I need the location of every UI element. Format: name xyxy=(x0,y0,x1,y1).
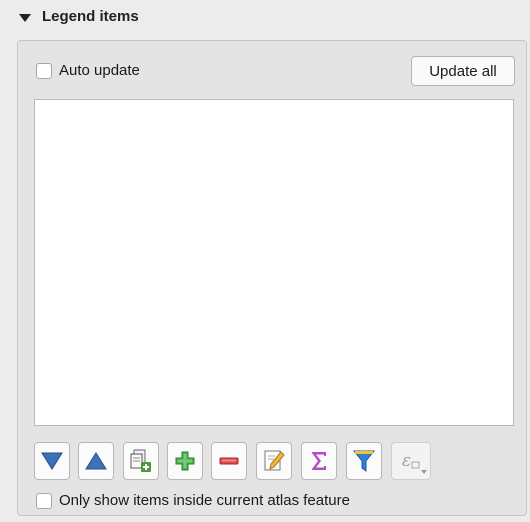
atlas-filter-label: Only show items inside current atlas fea… xyxy=(59,492,350,509)
add-item-button[interactable] xyxy=(167,442,203,480)
add-item-icon xyxy=(175,451,195,471)
legend-items-group-header[interactable]: Legend items xyxy=(0,0,530,36)
triangle-down-icon[interactable] xyxy=(19,14,31,22)
filter-icon xyxy=(352,450,376,472)
auto-update-label: Auto update xyxy=(59,62,140,79)
remove-item-button[interactable] xyxy=(211,442,247,480)
edit-item-button[interactable] xyxy=(256,442,292,480)
move-up-button[interactable] xyxy=(78,442,114,480)
sum-button[interactable] xyxy=(301,442,337,480)
group-title: Legend items xyxy=(42,8,139,25)
update-all-button[interactable]: Update all xyxy=(411,56,515,86)
add-group-button[interactable] xyxy=(123,442,159,480)
atlas-filter-row[interactable]: Only show items inside current atlas fea… xyxy=(36,492,350,509)
move-up-icon xyxy=(85,452,107,470)
remove-item-icon xyxy=(219,457,239,465)
atlas-filter-checkbox[interactable] xyxy=(36,492,52,509)
filter-button[interactable] xyxy=(346,442,382,480)
edit-item-icon xyxy=(264,450,285,471)
auto-update-row[interactable]: Auto update xyxy=(36,62,140,79)
add-group-icon xyxy=(130,449,151,472)
expression-button[interactable]: ε xyxy=(391,442,431,480)
legend-items-list[interactable] xyxy=(34,99,514,426)
auto-update-checkbox[interactable] xyxy=(36,62,52,79)
move-down-icon xyxy=(41,452,63,470)
svg-text:ε: ε xyxy=(402,451,411,471)
sum-icon xyxy=(312,452,326,470)
chevron-down-icon[interactable] xyxy=(421,470,427,474)
move-down-button[interactable] xyxy=(34,442,70,480)
